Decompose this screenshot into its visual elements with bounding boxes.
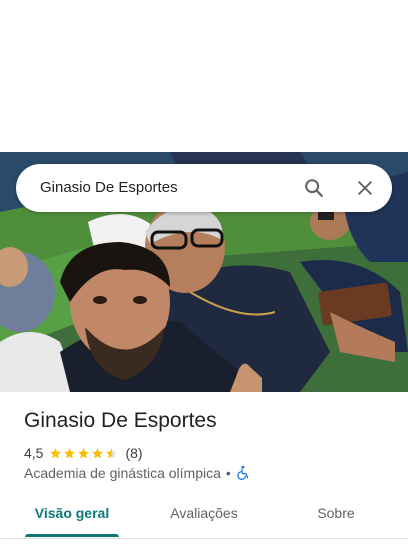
place-title: Ginasio De Esportes: [24, 409, 217, 432]
active-tab-indicator: [25, 534, 119, 537]
star-icon: [50, 447, 62, 458]
tab-visao-geral[interactable]: Visão geral: [25, 490, 119, 538]
star-rating: [49, 447, 119, 460]
tab-sobre[interactable]: Sobre: [296, 490, 376, 538]
search-button[interactable]: [294, 168, 334, 208]
close-icon: [358, 181, 372, 195]
star-icon: [92, 447, 104, 458]
search-input[interactable]: Ginasio De Esportes: [40, 164, 178, 212]
separator: •: [225, 465, 231, 481]
close-button[interactable]: [345, 168, 385, 208]
wheelchair-accessible-icon: [237, 465, 249, 480]
category-row: Academia de ginástica olímpica •: [24, 464, 250, 482]
star-icon: [78, 447, 90, 458]
search-icon: [305, 179, 323, 197]
search-bar[interactable]: Ginasio De Esportes: [16, 164, 392, 212]
star-icon: [64, 447, 76, 458]
rating-value: 4,5: [24, 445, 44, 461]
tab-avaliacoes[interactable]: Avaliações: [156, 490, 252, 538]
review-count[interactable]: (8): [125, 445, 142, 461]
star-icon: [106, 447, 118, 458]
tab-bar: Visão geral Avaliações Sobre: [0, 490, 408, 538]
rating-row[interactable]: 4,5 (8): [24, 444, 143, 462]
tabs-divider: [0, 538, 408, 539]
place-category: Academia de ginástica olímpica: [24, 465, 221, 481]
